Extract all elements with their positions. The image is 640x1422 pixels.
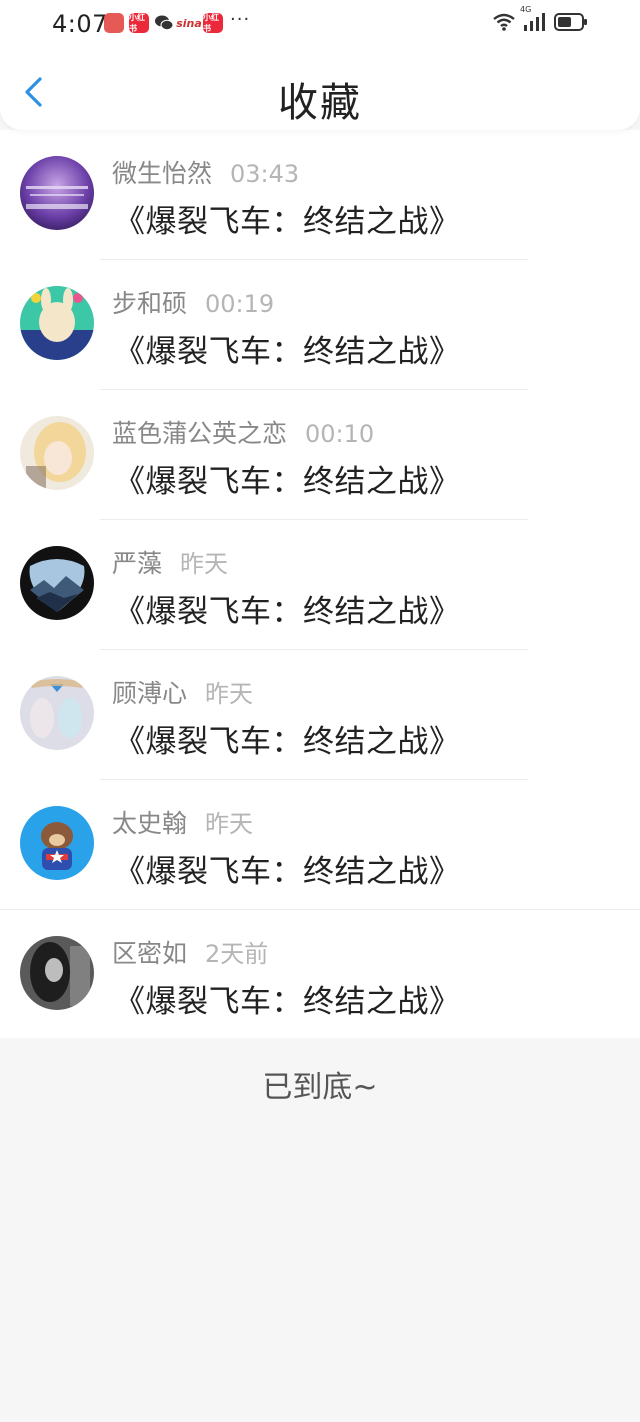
page-title: 收藏 — [278, 80, 362, 126]
item-meta: 太史翰 昨天 — [112, 804, 253, 838]
avatar[interactable] — [20, 286, 94, 360]
list-item[interactable]: 严藻 昨天 《爆裂飞车：终结之战》 — [0, 520, 640, 650]
avatar[interactable] — [20, 546, 94, 620]
sender-name: 太史翰 — [112, 809, 188, 838]
status-bar: 4:07 小红书 sina 小红书 ··· 4G — [0, 0, 640, 50]
avatar[interactable] — [20, 936, 94, 1010]
battery-icon — [554, 12, 588, 36]
timestamp: 03:43 — [230, 160, 300, 188]
item-meta: 步和硕 00:19 — [112, 284, 274, 318]
xiaohongshu-icon: 小红书 — [129, 13, 149, 33]
sender-name: 蓝色蒲公英之恋 — [112, 419, 288, 448]
item-title: 《爆裂飞车：终结之战》 — [114, 334, 461, 370]
list-item[interactable]: 步和硕 00:19 《爆裂飞车：终结之战》 — [0, 260, 640, 390]
item-title: 《爆裂飞车：终结之战》 — [114, 464, 461, 500]
timestamp: 昨天 — [205, 680, 254, 708]
timestamp: 昨天 — [205, 810, 254, 838]
item-meta: 严藻 昨天 — [112, 544, 228, 578]
clock: 4:07 — [52, 10, 108, 38]
item-title: 《爆裂飞车：终结之战》 — [114, 854, 461, 890]
item-title: 《爆裂飞车：终结之战》 — [114, 984, 461, 1020]
timestamp: 00:19 — [205, 290, 275, 318]
sender-name: 区密如 — [112, 939, 188, 968]
sender-name: 顾溥心 — [112, 679, 188, 708]
item-meta: 顾溥心 昨天 — [112, 674, 253, 708]
network-type-label: 4G — [520, 5, 532, 14]
item-meta: 蓝色蒲公英之恋 00:10 — [112, 414, 374, 448]
item-meta: 区密如 2天前 — [112, 934, 268, 968]
timestamp: 2天前 — [205, 940, 269, 968]
timestamp: 00:10 — [305, 420, 375, 448]
avatar[interactable] — [20, 676, 94, 750]
list-item[interactable]: 区密如 2天前 《爆裂飞车：终结之战》 — [0, 910, 640, 1040]
item-meta: 微生怡然 03:43 — [112, 154, 299, 188]
item-title: 《爆裂飞车：终结之战》 — [114, 204, 461, 240]
more-notifications-icon: ··· — [230, 9, 251, 30]
avatar[interactable] — [20, 416, 94, 490]
end-of-list-text: 已到底~ — [262, 1070, 378, 1105]
item-title: 《爆裂飞车：终结之战》 — [114, 594, 461, 630]
signal-icon: 4G — [520, 5, 548, 37]
xiaohongshu-icon: 小红书 — [203, 13, 223, 33]
sender-name: 严藻 — [112, 549, 163, 578]
avatar[interactable] — [20, 806, 94, 880]
list-item[interactable]: 微生怡然 03:43 《爆裂飞车：终结之战》 — [0, 130, 640, 260]
list-item[interactable]: 蓝色蒲公英之恋 00:10 《爆裂飞车：终结之战》 — [0, 390, 640, 520]
item-title: 《爆裂飞车：终结之战》 — [114, 724, 461, 760]
timestamp: 昨天 — [180, 550, 229, 578]
avatar[interactable] — [20, 156, 94, 230]
sender-name: 微生怡然 — [112, 159, 213, 188]
wifi-icon — [492, 12, 516, 36]
list-item[interactable]: 太史翰 昨天 《爆裂飞车：终结之战》 — [0, 780, 640, 910]
wechat-icon — [154, 13, 174, 33]
weibo-icon: sina — [176, 16, 202, 30]
sender-name: 步和硕 — [112, 289, 188, 318]
app-header: 收藏 — [0, 50, 640, 130]
favorites-list: 微生怡然 03:43 《爆裂飞车：终结之战》 步和硕 00:19 《爆裂飞车：终… — [0, 130, 640, 1038]
list-item[interactable]: 顾溥心 昨天 《爆裂飞车：终结之战》 — [0, 650, 640, 780]
app-notification-icon — [104, 13, 124, 33]
